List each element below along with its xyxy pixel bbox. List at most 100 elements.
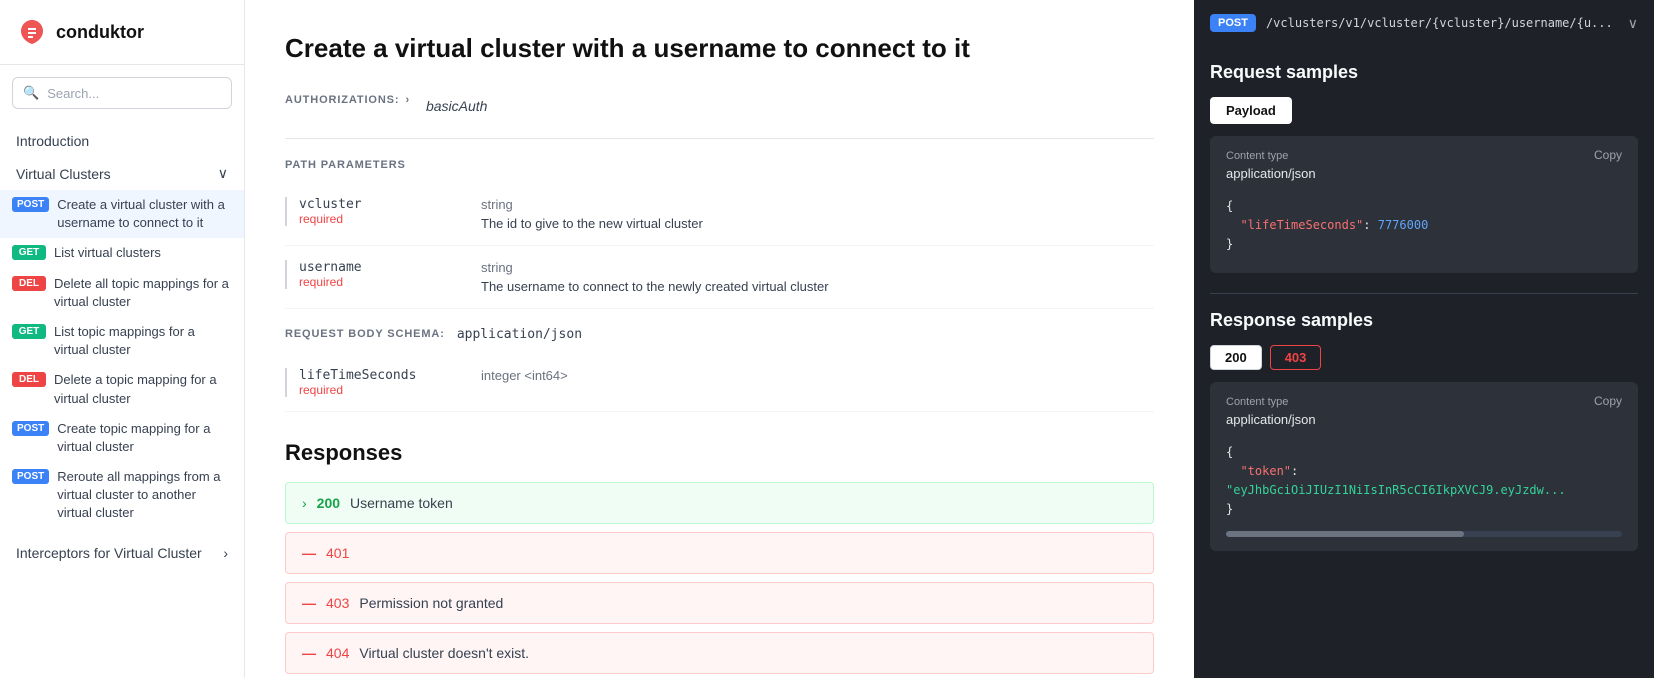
search-bar[interactable]: 🔍 Search... (12, 77, 232, 109)
sidebar-logo: conduktor (0, 0, 244, 65)
response-content-type-label: Content type (1226, 396, 1316, 408)
authorizations-label: AUTHORIZATIONS: › (285, 94, 410, 106)
payload-tab-button[interactable]: Payload (1210, 97, 1292, 124)
dash-403-icon: — (302, 595, 316, 611)
interceptors-label: Interceptors for Virtual Cluster (16, 545, 202, 561)
param-desc-username: The username to connect to the newly cre… (481, 279, 1154, 294)
param-row-vcluster: vcluster required string The id to give … (285, 183, 1154, 246)
list-virtual-clusters-label: List virtual clusters (54, 244, 161, 262)
list-topic-mappings-label: List topic mappings for a virtual cluste… (54, 323, 232, 359)
chevron-down-endpoint-icon[interactable]: ∨ (1628, 15, 1638, 32)
response-content-type-value: application/json (1226, 412, 1316, 427)
response-tab-200[interactable]: 200 (1210, 345, 1262, 370)
sidebar-item-list-virtual-clusters[interactable]: GET List virtual clusters (0, 238, 244, 268)
path-params-label: PATH PARAMETERS (285, 159, 1154, 171)
scrollbar-thumb (1226, 531, 1464, 537)
token-key: "token" (1240, 464, 1291, 478)
endpoint-text: /vclusters/v1/vcluster/{vcluster}/userna… (1266, 16, 1618, 30)
response-code-block: { "token": "eyJhbGciOiJIUzI1NiIsInR5cCI6… (1226, 439, 1622, 524)
param-type-vcluster: string (481, 197, 1154, 212)
token-value: "eyJhbGciOiJIUzI1NiIsInR5cCI6IkpXVCJ9.ey… (1226, 483, 1566, 497)
response-samples-title: Response samples (1210, 310, 1638, 331)
param-desc-vcluster: The id to give to the new virtual cluste… (481, 216, 1154, 231)
post-badge: POST (12, 197, 49, 212)
param-required-lifetime: required (299, 383, 465, 397)
create-virtual-cluster-label: Create a virtual cluster with a username… (57, 196, 232, 232)
sidebar: conduktor 🔍 Search... Introduction Virtu… (0, 0, 245, 678)
response-item-403[interactable]: — 403 Permission not granted (285, 582, 1154, 624)
delete-all-topic-mappings-label: Delete all topic mappings for a virtual … (54, 275, 232, 311)
introduction-label: Introduction (16, 133, 89, 149)
param-type-username: string (481, 260, 1154, 275)
sidebar-item-interceptors[interactable]: Interceptors for Virtual Cluster › (0, 537, 244, 569)
virtual-clusters-label: Virtual Clusters (16, 166, 111, 182)
chevron-right-icon: › (223, 545, 228, 561)
get-badge-2: GET (12, 324, 46, 339)
response-item-401[interactable]: — 401 (285, 532, 1154, 574)
sidebar-item-create-topic-mapping[interactable]: POST Create topic mapping for a virtual … (0, 414, 244, 462)
param-required-vcluster: required (299, 212, 465, 226)
conduktor-logo-icon (16, 16, 48, 48)
sidebar-item-delete-topic-mapping[interactable]: DEL Delete a topic mapping for a virtual… (0, 365, 244, 413)
chevron-down-icon: ∨ (218, 165, 228, 182)
content-type-label: Content type (1226, 150, 1316, 162)
get-badge: GET (12, 245, 46, 260)
param-name-vcluster: vcluster (299, 197, 465, 212)
response-copy-button[interactable]: Copy (1594, 394, 1622, 408)
scrollbar[interactable] (1226, 531, 1622, 537)
chevron-right-200-icon: › (302, 495, 307, 511)
response-code-401: 401 (326, 545, 349, 561)
schema-label: REQUEST BODY SCHEMA: (285, 328, 445, 340)
page-title: Create a virtual cluster with a username… (285, 32, 1154, 66)
logo-text: conduktor (56, 22, 144, 43)
reroute-mappings-label: Reroute all mappings from a virtual clus… (57, 468, 232, 523)
sidebar-item-reroute-mappings[interactable]: POST Reroute all mappings from a virtual… (0, 462, 244, 529)
lifetime-value: 7776000 (1378, 218, 1429, 232)
post-badge-right: POST (1210, 14, 1256, 32)
main-content: Create a virtual cluster with a username… (245, 0, 1194, 678)
lifetime-key: "lifeTimeSeconds" (1240, 218, 1363, 232)
copy-button[interactable]: Copy (1594, 148, 1622, 162)
chevron-right-auth-icon[interactable]: › (405, 94, 410, 106)
response-label-404: Virtual cluster doesn't exist. (359, 645, 529, 661)
response-code-403: 403 (326, 595, 349, 611)
search-placeholder: Search... (47, 86, 99, 101)
request-samples-title: Request samples (1210, 62, 1638, 83)
sidebar-item-delete-all-topic-mappings[interactable]: DEL Delete all topic mappings for a virt… (0, 269, 244, 317)
sidebar-item-create-virtual-cluster[interactable]: POST Create a virtual cluster with a use… (0, 190, 244, 238)
param-name-lifetime: lifeTimeSeconds (299, 368, 465, 383)
dash-404-icon: — (302, 645, 316, 661)
post-badge-2: POST (12, 421, 49, 436)
request-samples-section: Request samples Payload Content type app… (1194, 46, 1654, 293)
response-samples-section: Response samples 200 403 Content type ap… (1194, 294, 1654, 572)
param-row-lifetime: lifeTimeSeconds required integer <int64> (285, 354, 1154, 412)
right-panel-header: POST /vclusters/v1/vcluster/{vcluster}/u… (1194, 0, 1654, 46)
delete-topic-mapping-label: Delete a topic mapping for a virtual clu… (54, 371, 232, 407)
response-tab-403[interactable]: 403 (1270, 345, 1322, 370)
param-required-username: required (299, 275, 465, 289)
request-code-block: { "lifeTimeSeconds": 7776000 } (1226, 193, 1622, 259)
param-name-username: username (299, 260, 465, 275)
sidebar-item-list-topic-mappings[interactable]: GET List topic mappings for a virtual cl… (0, 317, 244, 365)
del-badge: DEL (12, 276, 46, 291)
param-row-username: username required string The username to… (285, 246, 1154, 309)
response-item-404[interactable]: — 404 Virtual cluster doesn't exist. (285, 632, 1154, 674)
sidebar-item-virtual-clusters[interactable]: Virtual Clusters ∨ (0, 157, 244, 190)
response-tabs: 200 403 (1210, 345, 1638, 370)
response-label-403: Permission not granted (359, 595, 503, 611)
response-code-200: 200 (317, 495, 340, 511)
auth-value: basicAuth (426, 98, 487, 114)
content-type-value: application/json (1226, 166, 1316, 181)
response-label-200: Username token (350, 495, 453, 511)
response-item-200[interactable]: › 200 Username token (285, 482, 1154, 524)
request-body-schema-row: REQUEST BODY SCHEMA: application/json (285, 327, 1154, 342)
response-code-404: 404 (326, 645, 349, 661)
responses-title: Responses (285, 440, 1154, 466)
sidebar-nav: Introduction Virtual Clusters ∨ POST Cre… (0, 117, 244, 577)
create-topic-mapping-label: Create topic mapping for a virtual clust… (57, 420, 232, 456)
search-icon: 🔍 (23, 85, 39, 101)
request-content-type-box: Content type application/json Copy { "li… (1210, 136, 1638, 273)
sidebar-item-introduction[interactable]: Introduction (0, 125, 244, 157)
param-type-lifetime: integer <int64> (481, 368, 1154, 383)
post-badge-3: POST (12, 469, 49, 484)
